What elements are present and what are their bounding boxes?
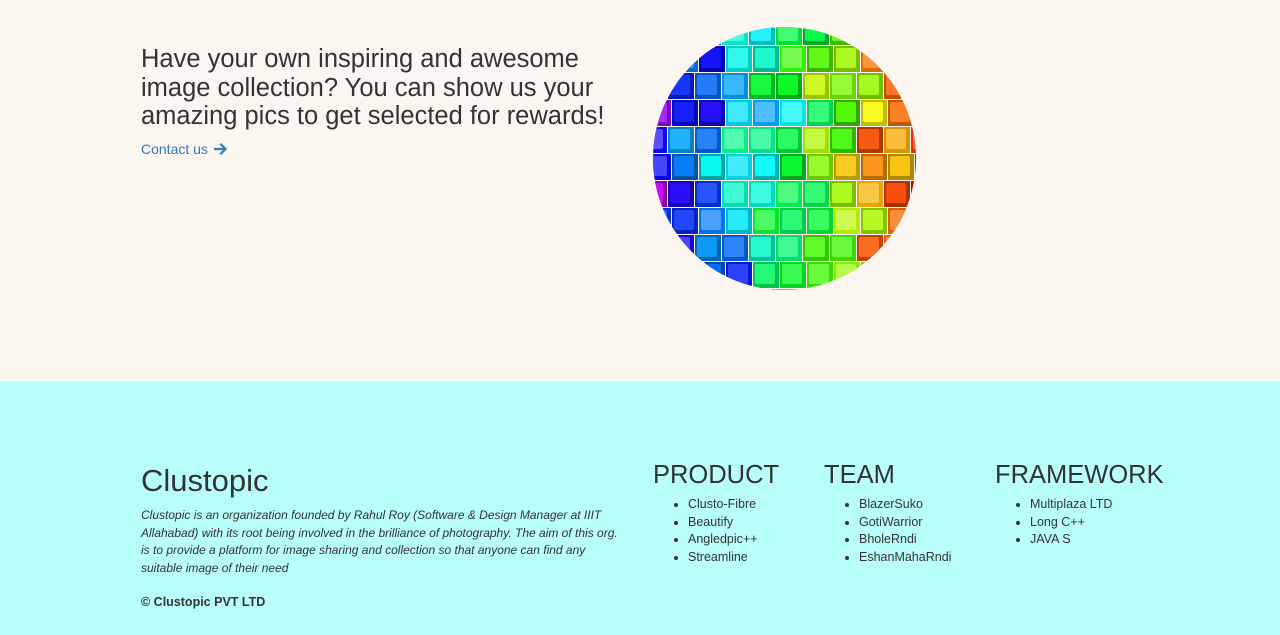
list-item: JAVA S (1030, 531, 1164, 549)
footer-brand: Clustopic (141, 463, 269, 498)
footer-about: Clustopic is an organization founded by … (141, 508, 618, 575)
footer-column-team: TEAM BlazerSuko GotiWarrior BholeRndi Es… (824, 461, 951, 566)
footer-copyright: © Clustopic PVT LTD (141, 595, 266, 609)
list-item: Long C++ (1030, 514, 1164, 532)
list-item: Clusto-Fibre (688, 496, 779, 514)
contact-us-label: Contact us (141, 140, 208, 157)
contact-us-link[interactable]: Contact us (141, 141, 228, 157)
footer: Clustopic Clustopic is an organization f… (0, 381, 1280, 635)
rainbow-cubes-image (653, 27, 916, 290)
column-title: TEAM (824, 461, 895, 489)
footer-column-framework: FRAMEWORK Multiplaza LTD Long C++ JAVA S (995, 461, 1164, 549)
list-item: BlazerSuko (859, 496, 951, 514)
list-item: Streamline (688, 549, 779, 567)
hero-text: Have your own inspiring and awesome imag… (141, 45, 631, 159)
hero-heading: Have your own inspiring and awesome imag… (141, 45, 605, 130)
list-item: Beautify (688, 514, 779, 532)
list-item: GotiWarrior (859, 514, 951, 532)
list-item: Angledpic++ (688, 531, 779, 549)
arrow-right-icon (213, 142, 227, 155)
list-item: Multiplaza LTD (1030, 496, 1164, 514)
footer-column-product: PRODUCT Clusto-Fibre Beautify Angledpic+… (653, 461, 779, 566)
column-title: FRAMEWORK (995, 461, 1164, 489)
hero-section: Have your own inspiring and awesome imag… (0, 0, 1280, 381)
column-title: PRODUCT (653, 461, 780, 489)
list-item: BholeRndi (859, 531, 951, 549)
list-item: EshanMahaRndi (859, 549, 951, 567)
